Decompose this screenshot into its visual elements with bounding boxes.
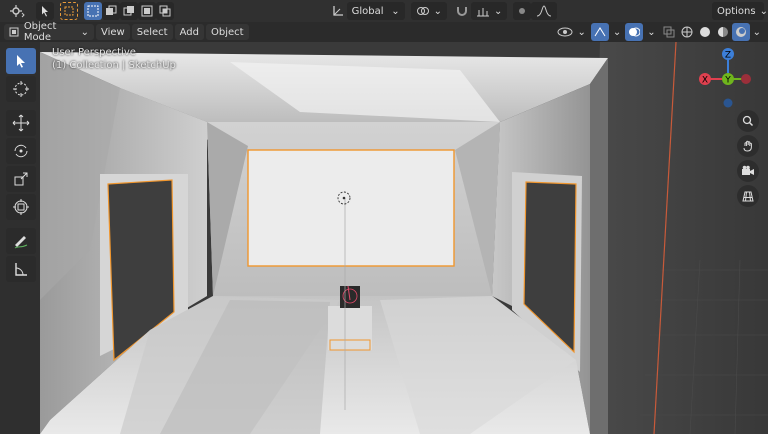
viewport-info: User Perspective (1) Collection | Sketch… bbox=[52, 46, 176, 72]
collection-label: (1) Collection | SketchUp bbox=[52, 60, 176, 71]
box-select-icon[interactable] bbox=[60, 2, 78, 20]
orientation-label: Global bbox=[351, 5, 384, 17]
scale-tool-icon[interactable] bbox=[6, 166, 36, 192]
link-icon bbox=[416, 7, 429, 15]
menu-view-label: View bbox=[101, 26, 125, 38]
chevron-down-icon[interactable]: ⌄ bbox=[613, 27, 621, 38]
tool-shelf bbox=[6, 48, 36, 284]
falloff-dropdown[interactable] bbox=[531, 2, 558, 20]
chevron-down-icon: ⌄ bbox=[577, 26, 586, 38]
grid-projection-icon[interactable] bbox=[737, 185, 759, 207]
select-cursor-icon[interactable] bbox=[36, 2, 54, 20]
chevron-down-icon: ⌄ bbox=[391, 5, 400, 17]
eye-icon bbox=[557, 27, 573, 37]
chevron-down-icon[interactable]: ⌄ bbox=[647, 27, 655, 38]
pan-hand-icon[interactable] bbox=[737, 135, 759, 157]
perspective-label: User Perspective bbox=[52, 47, 136, 58]
menu-object[interactable]: Object bbox=[205, 24, 249, 40]
snap-magnet-icon[interactable] bbox=[453, 2, 471, 20]
camera-icon[interactable] bbox=[737, 160, 759, 182]
rotate-tool-icon[interactable] bbox=[6, 138, 36, 164]
gizmo-x-label: X bbox=[702, 76, 708, 86]
select-extend-icon[interactable] bbox=[102, 2, 120, 20]
top-toolbar: Global ⌄ ⌄ ⌄ Options ⌄ bbox=[0, 0, 768, 22]
pivot-icon[interactable] bbox=[4, 2, 30, 20]
scene-render bbox=[0, 42, 768, 434]
chevron-down-icon[interactable]: ⌄ bbox=[753, 27, 761, 38]
select-intersect-icon[interactable] bbox=[156, 2, 174, 20]
pivot-point-dropdown[interactable]: ⌄ bbox=[410, 2, 447, 20]
wireframe-shading-icon[interactable] bbox=[678, 23, 696, 41]
gizmo-z-label: Z bbox=[725, 51, 731, 61]
navigation-gizmo[interactable]: Z X Y bbox=[698, 42, 764, 108]
menu-add[interactable]: Add bbox=[174, 24, 204, 40]
transform-orientation-icon bbox=[329, 2, 347, 20]
chevron-down-icon: ⌄ bbox=[759, 5, 768, 17]
cursor-tool-icon[interactable] bbox=[6, 76, 36, 102]
transform-orientation-dropdown[interactable]: Global ⌄ bbox=[346, 2, 405, 20]
chevron-down-icon: ⌄ bbox=[433, 5, 442, 17]
options-dropdown[interactable]: Options ⌄ bbox=[712, 2, 768, 20]
falloff-curve-icon bbox=[537, 5, 552, 17]
menu-object-label: Object bbox=[210, 26, 244, 38]
proportional-editing-icon[interactable] bbox=[513, 2, 532, 20]
measure-tool-icon[interactable] bbox=[6, 256, 36, 282]
visibility-dropdown[interactable]: ⌄ bbox=[552, 23, 590, 41]
rendered-shading-icon[interactable] bbox=[731, 23, 750, 41]
options-label: Options bbox=[717, 5, 756, 17]
material-shading-icon[interactable] bbox=[714, 23, 732, 41]
select-invert-icon[interactable] bbox=[138, 2, 156, 20]
chevron-down-icon: ⌄ bbox=[80, 26, 89, 38]
overlays-toggle-icon[interactable] bbox=[625, 23, 644, 41]
snap-grid-icon bbox=[477, 8, 489, 17]
solid-shading-icon[interactable] bbox=[696, 23, 714, 41]
snap-target-dropdown[interactable]: ⌄ bbox=[471, 2, 508, 20]
mode-label: Object Mode bbox=[23, 21, 57, 43]
zoom-icon[interactable] bbox=[737, 110, 759, 132]
select-new-icon[interactable] bbox=[84, 2, 102, 20]
chevron-down-icon: ⌄ bbox=[494, 5, 503, 17]
select-subtract-icon[interactable] bbox=[120, 2, 138, 20]
object-mode-icon bbox=[9, 27, 19, 37]
transform-tool-icon[interactable] bbox=[6, 194, 36, 220]
gizmo-y-label: Y bbox=[724, 76, 731, 86]
3d-viewport[interactable]: User Perspective (1) Collection | Sketch… bbox=[0, 42, 768, 434]
select-tool-icon[interactable] bbox=[6, 48, 36, 74]
menu-view[interactable]: View bbox=[96, 24, 130, 40]
mode-dropdown[interactable]: Object Mode ⌄ bbox=[4, 21, 94, 43]
menu-select[interactable]: Select bbox=[131, 24, 173, 40]
move-tool-icon[interactable] bbox=[6, 110, 36, 136]
xray-toggle-icon[interactable] bbox=[660, 23, 678, 41]
annotate-tool-icon[interactable] bbox=[6, 228, 36, 254]
viewport-header: Object Mode ⌄ View Select Add Object ⌄ ⌄… bbox=[0, 21, 768, 43]
menu-add-label: Add bbox=[179, 26, 199, 38]
gizmo-toggle-icon[interactable] bbox=[590, 23, 609, 41]
menu-select-label: Select bbox=[136, 26, 168, 38]
